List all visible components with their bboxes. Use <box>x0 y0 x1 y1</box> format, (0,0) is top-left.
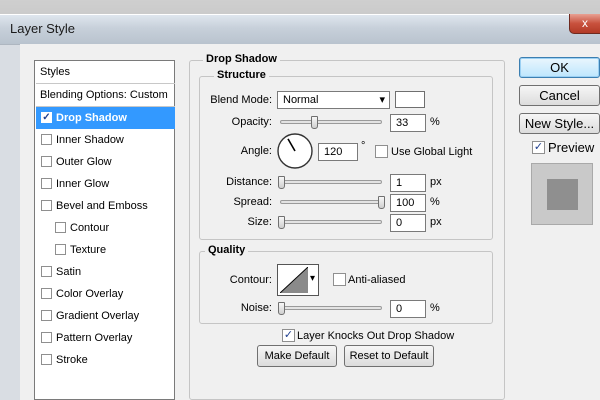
size-input[interactable]: 0 <box>390 214 426 232</box>
angle-dial[interactable] <box>276 132 314 170</box>
preview-swatch <box>547 179 578 210</box>
style-item-label: Gradient Overlay <box>56 310 140 322</box>
distance-label: Distance: <box>226 176 272 188</box>
size-label: Size: <box>247 216 272 228</box>
style-checkbox[interactable] <box>41 200 52 211</box>
style-checkbox[interactable] <box>41 332 52 343</box>
styles-list: Styles Blending Options: Custom ✓ Drop Sh… <box>34 60 175 400</box>
style-item-inner-glow[interactable]: Inner Glow <box>36 173 175 195</box>
style-item-label: Contour <box>70 222 110 234</box>
layer-style-dialog: Layer Style x Styles Blending Options: C… <box>0 0 600 400</box>
noise-unit: % <box>430 302 440 314</box>
blend-mode-select[interactable]: Normal ▾ <box>277 91 390 109</box>
global-light-checkbox[interactable] <box>375 145 388 158</box>
contour-label: Contour: <box>229 274 272 286</box>
size-slider-thumb[interactable] <box>278 216 285 229</box>
distance-slider-thumb[interactable] <box>278 176 286 189</box>
noise-slider-thumb[interactable] <box>278 302 285 315</box>
ok-button[interactable]: OK <box>519 57 600 78</box>
distance-input[interactable]: 1 <box>390 174 426 192</box>
style-checkbox[interactable] <box>41 310 52 321</box>
chevron-down-icon: ▾ <box>379 94 385 106</box>
style-item-label: Color Overlay <box>56 288 124 300</box>
spread-slider-thumb[interactable] <box>378 196 385 209</box>
contour-icon <box>280 267 308 293</box>
style-item-label: Texture <box>70 244 107 256</box>
structure-title: Structure <box>214 69 269 81</box>
distance-unit: px <box>430 176 442 188</box>
shadow-color-swatch[interactable] <box>395 91 425 108</box>
style-item-inner-shadow[interactable]: Inner Shadow <box>36 129 175 151</box>
style-item-color-overlay[interactable]: Color Overlay <box>36 283 175 305</box>
window-title: Layer Style <box>10 21 76 36</box>
style-item-contour[interactable]: Contour <box>36 217 175 239</box>
close-button[interactable]: x <box>569 14 600 34</box>
opacity-slider-thumb[interactable] <box>311 116 318 129</box>
panel-title: Drop Shadow <box>203 53 280 65</box>
blending-options-item[interactable]: Blending Options: Custom <box>36 84 175 106</box>
distance-slider-track[interactable] <box>280 180 382 184</box>
style-checkbox[interactable] <box>41 134 52 145</box>
preview-checkbox[interactable]: ✓ <box>532 141 545 154</box>
style-item-label: Stroke <box>56 354 88 366</box>
styles-header[interactable]: Styles <box>36 61 175 83</box>
blend-mode-label: Blend Mode: <box>210 94 272 106</box>
knockout-checkbox[interactable]: ✓ <box>282 329 295 342</box>
quality-title: Quality <box>205 244 249 256</box>
preview-label: Preview <box>548 140 595 155</box>
opacity-input[interactable]: 33 <box>390 114 426 132</box>
spread-input[interactable]: 100 <box>390 194 426 212</box>
reset-to-default-button[interactable]: Reset to Default <box>344 345 434 367</box>
style-checkbox[interactable] <box>41 354 52 365</box>
style-checkbox[interactable] <box>41 178 52 189</box>
angle-label: Angle: <box>240 145 272 157</box>
knockout-label: Layer Knocks Out Drop Shadow <box>297 330 455 342</box>
preview-thumbnail <box>531 163 593 225</box>
cancel-button[interactable]: Cancel <box>519 85 600 106</box>
style-checkbox[interactable] <box>55 244 66 255</box>
make-default-button[interactable]: Make Default <box>257 345 337 367</box>
style-item-label: Outer Glow <box>56 156 112 168</box>
new-style-button[interactable]: New Style... <box>519 113 600 134</box>
global-light-label: Use Global Light <box>391 146 473 158</box>
style-item-label: Drop Shadow <box>56 112 127 124</box>
style-checkbox[interactable]: ✓ <box>41 112 52 123</box>
style-checkbox[interactable] <box>41 288 52 299</box>
style-item-drop-shadow[interactable]: ✓ Drop Shadow <box>36 107 175 129</box>
style-checkbox[interactable] <box>41 266 52 277</box>
noise-input[interactable]: 0 <box>390 300 426 318</box>
chevron-down-icon: ▾ <box>310 273 316 284</box>
spread-slider-track[interactable] <box>280 200 382 204</box>
style-checkbox[interactable] <box>55 222 66 233</box>
opacity-label: Opacity: <box>231 116 272 128</box>
size-slider-track[interactable] <box>280 220 382 224</box>
angle-unit: ° <box>361 140 366 152</box>
style-item-label: Bevel and Emboss <box>56 200 148 212</box>
style-item-outer-glow[interactable]: Outer Glow <box>36 151 175 173</box>
anti-aliased-checkbox[interactable] <box>333 273 346 286</box>
style-item-bevel-and-emboss[interactable]: Bevel and Emboss <box>36 195 175 217</box>
style-item-stroke[interactable]: Stroke <box>36 349 175 371</box>
close-icon: x <box>582 16 588 30</box>
style-item-label: Inner Shadow <box>56 134 124 146</box>
noise-slider-track[interactable] <box>280 306 382 310</box>
title-bar[interactable] <box>0 14 600 44</box>
contour-picker[interactable]: ▾ <box>277 264 319 296</box>
style-item-label: Pattern Overlay <box>56 332 133 344</box>
style-item-pattern-overlay[interactable]: Pattern Overlay <box>36 327 175 349</box>
style-item-label: Satin <box>56 266 82 278</box>
anti-aliased-label: Anti-aliased <box>348 274 406 286</box>
style-checkbox[interactable] <box>41 156 52 167</box>
spread-unit: % <box>430 196 440 208</box>
style-item-gradient-overlay[interactable]: Gradient Overlay <box>36 305 175 327</box>
noise-label: Noise: <box>240 302 272 314</box>
spread-label: Spread: <box>233 196 272 208</box>
opacity-unit: % <box>430 116 440 128</box>
style-item-satin[interactable]: Satin <box>36 261 175 283</box>
angle-input[interactable]: 120 <box>318 143 358 161</box>
opacity-slider-track[interactable] <box>280 120 382 124</box>
style-item-texture[interactable]: Texture <box>36 239 175 261</box>
style-item-label: Inner Glow <box>56 178 110 190</box>
size-unit: px <box>430 216 442 228</box>
